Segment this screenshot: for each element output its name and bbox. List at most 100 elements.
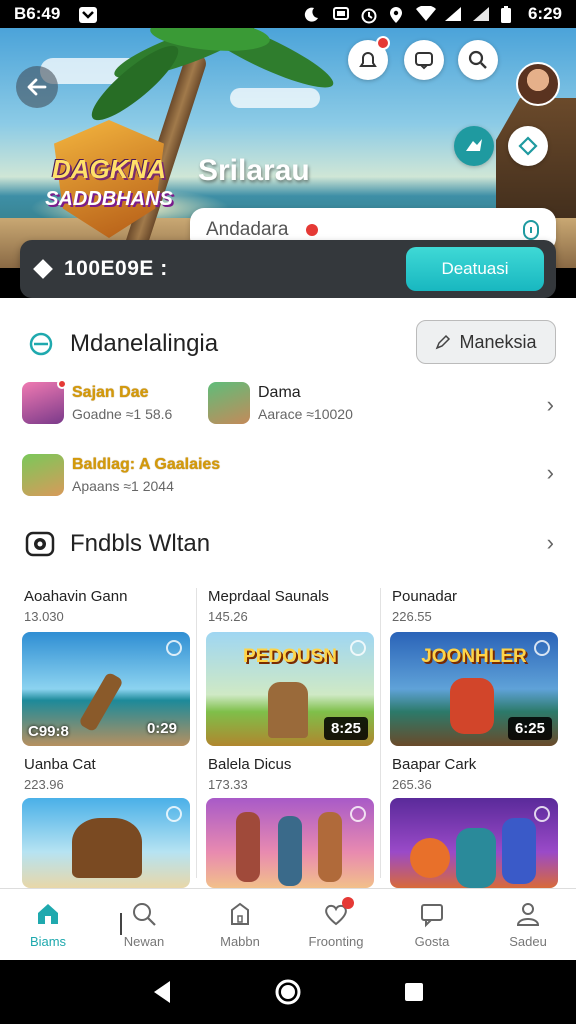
nav-item-favorites[interactable]: Froonting: [288, 889, 384, 960]
game-card[interactable]: Uanba Cat 223.96: [24, 756, 192, 792]
friend-name: Sajan Dae: [72, 384, 149, 401]
main-content: Mdanelalingia Maneksia Sajan Dae Goadne …: [0, 298, 576, 888]
nav-divider: [120, 913, 122, 935]
character-figure: [318, 812, 342, 882]
character-figure: [268, 682, 308, 738]
wifi-icon: [415, 5, 436, 22]
game-thumbnail[interactable]: [22, 798, 190, 888]
nav-item-chat[interactable]: Gosta: [384, 889, 480, 960]
nav-item-home[interactable]: Biams: [0, 889, 96, 960]
duration-badge: 0:29: [146, 720, 177, 737]
logo-subtitle: SADDBHANS: [45, 188, 173, 210]
map-pin-icon: [306, 224, 318, 236]
logo-title: DAGKNA: [51, 154, 167, 184]
nav-label: Mabbn: [220, 934, 260, 949]
nav-notification-dot: [342, 897, 354, 909]
arrow-left-icon: [27, 78, 47, 96]
home-circle-icon[interactable]: [274, 978, 302, 1006]
hero-banner: DAGKNA SADDBHANS Srilarau: [0, 28, 576, 268]
friend-sub: Apaans ≈1 2044: [72, 478, 174, 494]
card-title: Uanba Cat: [24, 756, 96, 773]
game-thumbnail[interactable]: JOONHLER 6:25: [390, 632, 558, 746]
chevron-right-icon[interactable]: ›: [547, 460, 554, 486]
column-divider: [380, 588, 381, 878]
card-value: 13.030: [24, 609, 64, 624]
location-icon: [388, 6, 406, 23]
user-avatar[interactable]: [516, 62, 560, 106]
friend-sub: Aarace ≈10020: [258, 406, 353, 422]
list-item[interactable]: Sajan Dae Goadne ≈1 58.6: [22, 379, 173, 424]
status-time-right: 6:29: [527, 4, 562, 23]
card-title: Aoahavin Gann: [24, 588, 128, 605]
manage-button-label: Maneksia: [459, 331, 537, 352]
status-bar: B6:49 6:29: [0, 0, 576, 28]
message-icon: [415, 52, 433, 70]
nav-item-profile[interactable]: Sadeu: [480, 889, 576, 960]
chevron-right-icon[interactable]: ›: [547, 530, 554, 556]
game-controller-icon: [25, 531, 55, 557]
info-icon[interactable]: [522, 219, 540, 241]
game-thumbnail[interactable]: PEDOUSN 8:25: [206, 632, 374, 746]
cast-icon: [332, 6, 350, 22]
balance-cta-button[interactable]: Deatuasi: [406, 247, 544, 291]
share-button[interactable]: [454, 126, 494, 166]
friend-avatar: [22, 454, 64, 496]
card-value: 145.26: [208, 609, 248, 624]
nav-label: Sadeu: [509, 934, 547, 949]
character-figure: [78, 671, 124, 733]
friend-name: Baldlag: A Gaalaies: [72, 456, 221, 473]
chat-icon: [421, 904, 443, 928]
hero-title: Srilarau: [198, 154, 310, 187]
section-title-1: Mdanelalingia: [70, 330, 219, 357]
character-figure: [456, 828, 496, 888]
manage-button[interactable]: Maneksia: [416, 320, 556, 364]
chevron-right-icon[interactable]: ›: [547, 392, 554, 418]
back-triangle-icon[interactable]: [150, 979, 174, 1005]
section-header-2: Fndbls Wltan: [0, 524, 576, 564]
messages-button[interactable]: [404, 40, 444, 80]
game-thumbnail[interactable]: C99:8 0:29: [22, 632, 190, 746]
card-title: Meprdaal Saunals: [208, 588, 329, 605]
bag-icon: [231, 902, 249, 925]
character-figure: [72, 818, 142, 878]
battery-icon: [500, 6, 518, 23]
nav-label: Newan: [123, 934, 165, 949]
play-icon: [350, 806, 366, 822]
list-item[interactable]: Baldlag: A Gaalaies Apaans ≈1 2044: [22, 454, 220, 496]
time-badge-left: C99:8: [28, 723, 69, 740]
person-icon: [516, 903, 540, 926]
gem-icon: [33, 259, 53, 279]
character-figure: [410, 838, 450, 878]
search-button[interactable]: [458, 40, 498, 80]
play-icon: [534, 806, 550, 822]
game-card[interactable]: Pounadar 226.55: [392, 588, 560, 624]
game-thumbnail[interactable]: [390, 798, 558, 888]
game-card[interactable]: Aoahavin Gann 13.030: [24, 588, 192, 624]
signal-icon: [444, 6, 462, 22]
list-item[interactable]: Dama Aarace ≈10020: [208, 382, 353, 424]
tag-button[interactable]: [508, 126, 548, 166]
game-card[interactable]: Baapar Cark 265.36: [392, 756, 560, 792]
game-card[interactable]: Meprdaal Saunals 145.26: [208, 588, 376, 624]
signal-2-icon: [472, 6, 490, 22]
location-input[interactable]: [206, 219, 486, 241]
card-title: Balela Dicus: [208, 756, 292, 773]
bell-icon: [359, 52, 377, 67]
friend-avatar: [208, 382, 250, 424]
back-button[interactable]: [16, 66, 58, 108]
recents-square-icon[interactable]: [402, 980, 426, 1004]
bottom-navigation: Biams Newan Mabbn Froonting Gosta Sadeu: [0, 888, 576, 960]
column-divider: [196, 588, 197, 878]
game-card[interactable]: Balela Dicus 173.33: [208, 756, 376, 792]
nav-item-search[interactable]: Newan: [96, 889, 192, 960]
friend-avatar: [22, 379, 67, 424]
friend-name: Dama: [258, 384, 301, 401]
thumbnail-title: PEDOUSN: [243, 646, 337, 667]
friend-sub: Goadne ≈1 58.6: [72, 406, 173, 422]
nav-item-shop[interactable]: Mabbn: [192, 889, 288, 960]
play-icon: [166, 806, 182, 822]
notifications-button[interactable]: [348, 36, 390, 80]
card-value: 173.33: [208, 777, 248, 792]
game-thumbnail[interactable]: [206, 798, 374, 888]
share-icon: [466, 139, 482, 151]
